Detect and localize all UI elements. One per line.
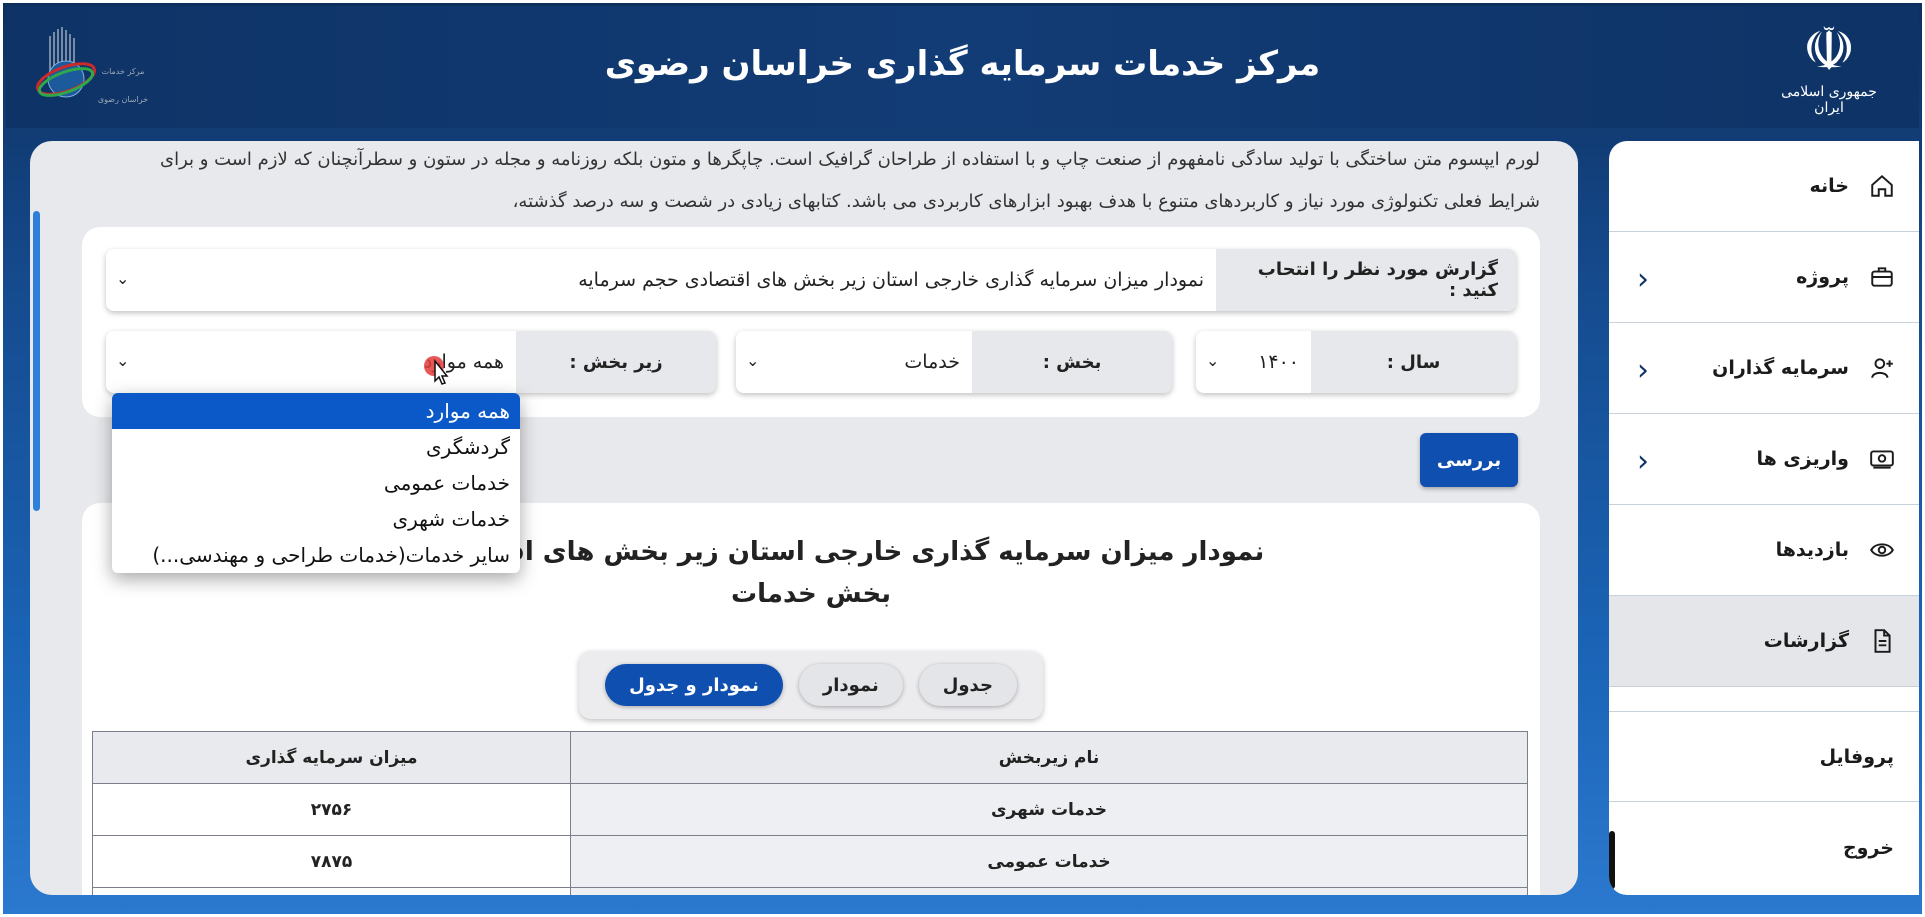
intro-line-2: شرایط فعلی تکنولوژی مورد نیاز و کاربردها… [512,191,1540,212]
subsector-select-label: زیر بخش : [516,331,716,393]
emblem-text: جمهوری اسلامی ایران [1781,84,1877,116]
subsector-dropdown-list: همه موارد گردشگری خدمات عمومی خدمات شهری… [112,393,520,573]
chevron-down-icon: ⌄ [116,351,130,370]
user-plus-icon [1867,353,1897,383]
investment-center-logo: مرکز خدمات خراسان رضوی [28,24,163,114]
sidebar-item-label: بازدیدها [1775,539,1849,561]
sidebar-item-investors[interactable]: سرمایه گذاران ‹ [1609,323,1919,414]
sidebar-item-label: گزارشات [1763,630,1849,652]
report-select[interactable]: گزارش مورد نظر را انتحاب کنید : نمودار م… [106,249,1516,311]
view-tabs: جدول نمودار نمودار و جدول [579,651,1043,719]
dropdown-option[interactable]: سایر خدمات(خدمات طراحی و مهندسی...) [112,537,520,573]
chevron-left-icon[interactable]: ‹ [1637,353,1649,388]
chevron-down-icon: ⌄ [1206,351,1220,370]
table-cell-amount [92,887,571,895]
year-select-label: سال : [1311,331,1516,393]
table-row: خدمات شهری ۲۷۵۶ [92,783,1528,836]
app-frame: ☫ جمهوری اسلامی ایران مرکز خدمات سرمایه … [0,0,1925,917]
money-icon [1867,444,1897,474]
sector-select-label: بخش : [972,331,1172,393]
briefcase-icon [1867,262,1897,292]
table-row [92,887,1528,895]
sidebar-item-label: پروژه [1796,266,1849,288]
logo-text-2: خراسان رضوی [98,95,148,104]
table-header-amount: میزان سرمایه گذاری [92,731,571,784]
sidebar-item-logout[interactable]: خروج [1609,802,1919,893]
sidebar-item-reports[interactable]: گزارشات [1609,596,1919,687]
table-cell-subsector [570,887,1528,895]
year-select[interactable]: سال : ۱۴۰۰ ⌄ [1196,331,1516,393]
main-scrollbar[interactable] [33,211,40,511]
subsector-select[interactable]: زیر بخش : همه موارد ⌄ [106,331,716,393]
filters-card: گزارش مورد نظر را انتحاب کنید : نمودار م… [82,227,1540,417]
sidebar-item-home[interactable]: خانه [1609,141,1919,232]
subsector-select-value[interactable]: همه موارد ⌄ [106,331,516,393]
year-select-value[interactable]: ۱۴۰۰ ⌄ [1196,331,1311,393]
tab-chart-and-table[interactable]: نمودار و جدول [605,664,783,706]
table-cell-subsector: خدمات عمومی [570,835,1528,888]
site-header: ☫ جمهوری اسلامی ایران مرکز خدمات سرمایه … [6,6,1919,128]
table-header-subsector: نام زیربخش [570,731,1528,784]
report-select-label: گزارش مورد نظر را انتحاب کنید : [1216,249,1516,311]
report-select-text: نمودار میزان سرمایه گذاری خارجی استان زی… [578,269,1204,291]
intro-line-1: لورم ایپسوم متن ساختگی با تولید سادگی نا… [159,149,1540,170]
home-icon [1867,171,1897,201]
report-select-value[interactable]: نمودار میزان سرمایه گذاری خارجی استان زی… [106,249,1216,311]
intro-text: لورم ایپسوم متن ساختگی با تولید سادگی نا… [120,141,1540,223]
dropdown-option[interactable]: خدمات شهری [112,501,520,537]
table-cell-subsector: خدمات شهری [570,783,1528,836]
table-row: خدمات عمومی ۷۸۷۵ [92,835,1528,888]
dropdown-option[interactable]: خدمات عمومی [112,465,520,501]
sector-select[interactable]: بخش : خدمات ⌄ [736,331,1172,393]
eye-icon [1867,535,1897,565]
table-cell-amount: ۷۸۷۵ [92,835,571,888]
page-title: مرکز خدمات سرمایه گذاری خراسان رضوی [604,44,1321,84]
sidebar-item-profile[interactable]: پروفایل [1609,711,1919,802]
sidebar-item-label: واریزی ها [1756,448,1849,470]
file-icon [1867,626,1897,656]
sector-select-text: خدمات [904,351,960,373]
chevron-down-icon: ⌄ [116,269,130,288]
sector-select-value[interactable]: خدمات ⌄ [736,331,972,393]
mouse-cursor-icon [423,355,453,387]
sidebar-item-label: خروج [1842,836,1894,859]
table-cell-amount: ۲۷۵۶ [92,783,571,836]
year-select-text: ۱۴۰۰ [1258,351,1299,373]
tab-chart[interactable]: نمودار [798,664,903,706]
chevron-left-icon[interactable]: ‹ [1637,444,1649,479]
tab-table[interactable]: جدول [918,664,1017,706]
dropdown-option[interactable]: همه موارد [112,393,520,429]
sidebar-scrollbar[interactable] [1609,831,1615,889]
sidebar: خانه پروژه ‹ سرمایه گذاران ‹ واریزی ها ‹ [1609,141,1919,895]
dropdown-option[interactable]: گردشگری [112,429,520,465]
sidebar-item-label: سرمایه گذاران [1712,357,1849,379]
sidebar-item-label: خانه [1809,175,1849,197]
sidebar-item-project[interactable]: پروژه ‹ [1609,232,1919,323]
sidebar-item-deposits[interactable]: واریزی ها ‹ [1609,414,1919,505]
chevron-down-icon: ⌄ [746,351,760,370]
chart-title-line-2: بخش خدمات [730,579,892,609]
sidebar-item-visits[interactable]: بازدیدها [1609,505,1919,596]
review-button[interactable]: بررسی [1420,433,1518,487]
sidebar-item-label: پروفایل [1819,745,1894,768]
chevron-left-icon[interactable]: ‹ [1637,262,1649,297]
data-table: نام زیربخش میزان سرمایه گذاری خدمات شهری… [92,731,1528,895]
logo-text-1: مرکز خدمات [102,67,145,76]
table-header-row: نام زیربخش میزان سرمایه گذاری [92,731,1528,784]
